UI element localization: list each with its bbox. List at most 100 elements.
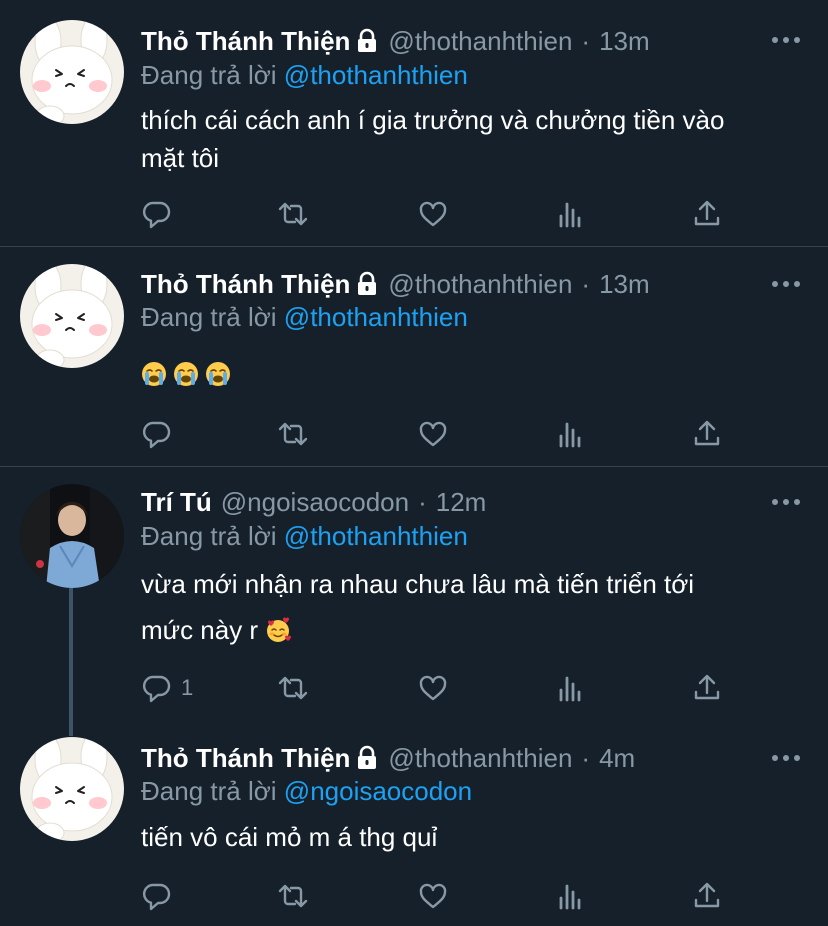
share-icon [691, 880, 723, 912]
analytics-icon [555, 672, 587, 704]
tweet-actions [141, 197, 741, 231]
retweet-icon [277, 198, 309, 230]
handle[interactable]: @thothanhthien [388, 24, 572, 58]
analytics-icon [555, 880, 587, 912]
analytics-button[interactable] [555, 879, 587, 913]
analytics-button[interactable] [555, 197, 587, 231]
reply-to-link[interactable]: @thothanhthien [284, 302, 468, 332]
reply-to-link[interactable]: @thothanhthien [284, 521, 468, 551]
like-button[interactable] [417, 671, 449, 705]
share-icon [691, 198, 723, 230]
share-icon [691, 418, 723, 450]
replying-to: Đang trả lời @thothanhthien [141, 519, 468, 553]
lock-icon [354, 745, 380, 771]
tweet-text: vừa mới nhận ra nhau chưa lâu mà tiến tr… [141, 564, 801, 656]
avatar[interactable] [20, 264, 124, 368]
avatar[interactable] [20, 20, 124, 124]
replying-to: Đang trả lời @ngoisaocodon [141, 774, 472, 808]
display-name[interactable]: Thỏ Thánh Thiện [141, 267, 350, 301]
tweet-header: Trí Tú @ngoisaocodon · 12m [141, 485, 486, 519]
display-name[interactable]: Trí Tú [141, 485, 212, 519]
tweet-actions [141, 417, 741, 451]
reply-icon [141, 418, 173, 450]
handle[interactable]: @ngoisaocodon [221, 485, 409, 519]
timestamp[interactable]: 13m [599, 24, 650, 58]
more-options-icon[interactable] [772, 492, 800, 512]
reply-icon [141, 880, 173, 912]
tweet-text-line: mức này r [141, 615, 259, 645]
like-icon [417, 880, 449, 912]
tweet-header: Thỏ Thánh Thiện @thothanhthien · 4m [141, 741, 635, 775]
tweet-actions: 1 [141, 671, 741, 705]
tweet-text: thích cái cách anh í gia trưởng và chưởn… [141, 101, 801, 177]
analytics-button[interactable] [555, 417, 587, 451]
avatar[interactable] [20, 484, 124, 588]
analytics-icon [555, 198, 587, 230]
separator-dot: · [581, 26, 591, 56]
reply-icon [141, 672, 173, 704]
tweet-text-line: thích cái cách anh í gia trưởng và chưởn… [141, 105, 725, 135]
tweet[interactable]: Thỏ Thánh Thiện @thothanhthien · 4m Đang… [0, 727, 828, 926]
reply-prefix: Đang trả lời [141, 776, 277, 806]
lock-icon [354, 28, 380, 54]
loudly-crying-face-emoji [205, 361, 231, 387]
tweet[interactable]: Thỏ Thánh Thiện @thothanhthien · 13m Đan… [0, 247, 828, 466]
analytics-icon [555, 418, 587, 450]
more-options-icon[interactable] [772, 274, 800, 294]
tweet-actions [141, 879, 741, 913]
loudly-crying-face-emoji [173, 361, 199, 387]
timestamp[interactable]: 4m [599, 741, 635, 775]
reply-button[interactable]: 1 [141, 671, 193, 705]
reply-prefix: Đang trả lời [141, 521, 277, 551]
tweet-text-line: vừa mới nhận ra nhau chưa lâu mà tiến tr… [141, 569, 695, 599]
retweet-button[interactable] [277, 417, 309, 451]
tweet[interactable]: Trí Tú @ngoisaocodon · 12m Đang trả lời … [0, 467, 828, 727]
like-button[interactable] [417, 417, 449, 451]
avatar[interactable] [20, 737, 124, 841]
share-icon [691, 672, 723, 704]
separator-dot: · [418, 487, 427, 517]
like-button[interactable] [417, 879, 449, 913]
more-options-icon[interactable] [772, 30, 800, 50]
handle[interactable]: @thothanhthien [388, 267, 572, 301]
lock-icon [354, 271, 380, 297]
share-button[interactable] [691, 671, 723, 705]
tweet-text: tiến vô cái mỏ m á thg quỉ [141, 818, 801, 856]
share-button[interactable] [691, 197, 723, 231]
smiling-face-with-hearts-emoji [265, 617, 291, 643]
tweet-header: Thỏ Thánh Thiện @thothanhthien · 13m [141, 267, 650, 301]
reply-button[interactable] [141, 879, 173, 913]
retweet-icon [277, 880, 309, 912]
reply-button[interactable] [141, 197, 173, 231]
retweet-button[interactable] [277, 879, 309, 913]
retweet-icon [277, 672, 309, 704]
share-button[interactable] [691, 879, 723, 913]
timestamp[interactable]: 12m [436, 485, 487, 519]
timestamp[interactable]: 13m [599, 267, 650, 301]
display-name[interactable]: Thỏ Thánh Thiện [141, 741, 350, 775]
retweet-button[interactable] [277, 671, 309, 705]
reply-button[interactable] [141, 417, 173, 451]
handle[interactable]: @thothanhthien [388, 741, 572, 775]
tweet-text-line: mặt tôi [141, 143, 220, 173]
replying-to: Đang trả lời @thothanhthien [141, 58, 468, 92]
like-button[interactable] [417, 197, 449, 231]
share-button[interactable] [691, 417, 723, 451]
display-name[interactable]: Thỏ Thánh Thiện [141, 24, 350, 58]
separator-dot: · [581, 743, 591, 773]
loudly-crying-face-emoji [141, 361, 167, 387]
retweet-button[interactable] [277, 197, 309, 231]
tweet-header: Thỏ Thánh Thiện @thothanhthien · 13m [141, 24, 650, 58]
retweet-icon [277, 418, 309, 450]
like-icon [417, 418, 449, 450]
analytics-button[interactable] [555, 671, 587, 705]
reply-count: 1 [181, 675, 194, 700]
reply-to-link[interactable]: @ngoisaocodon [284, 776, 472, 806]
tweet-text-line: tiến vô cái mỏ m á thg quỉ [141, 822, 438, 852]
tweet-text [141, 355, 801, 393]
reply-to-link[interactable]: @thothanhthien [284, 60, 468, 90]
more-options-icon[interactable] [772, 748, 800, 768]
like-icon [417, 672, 449, 704]
tweet[interactable]: Thỏ Thánh Thiện @thothanhthien · 13m Đan… [0, 0, 828, 246]
replying-to: Đang trả lời @thothanhthien [141, 300, 468, 334]
